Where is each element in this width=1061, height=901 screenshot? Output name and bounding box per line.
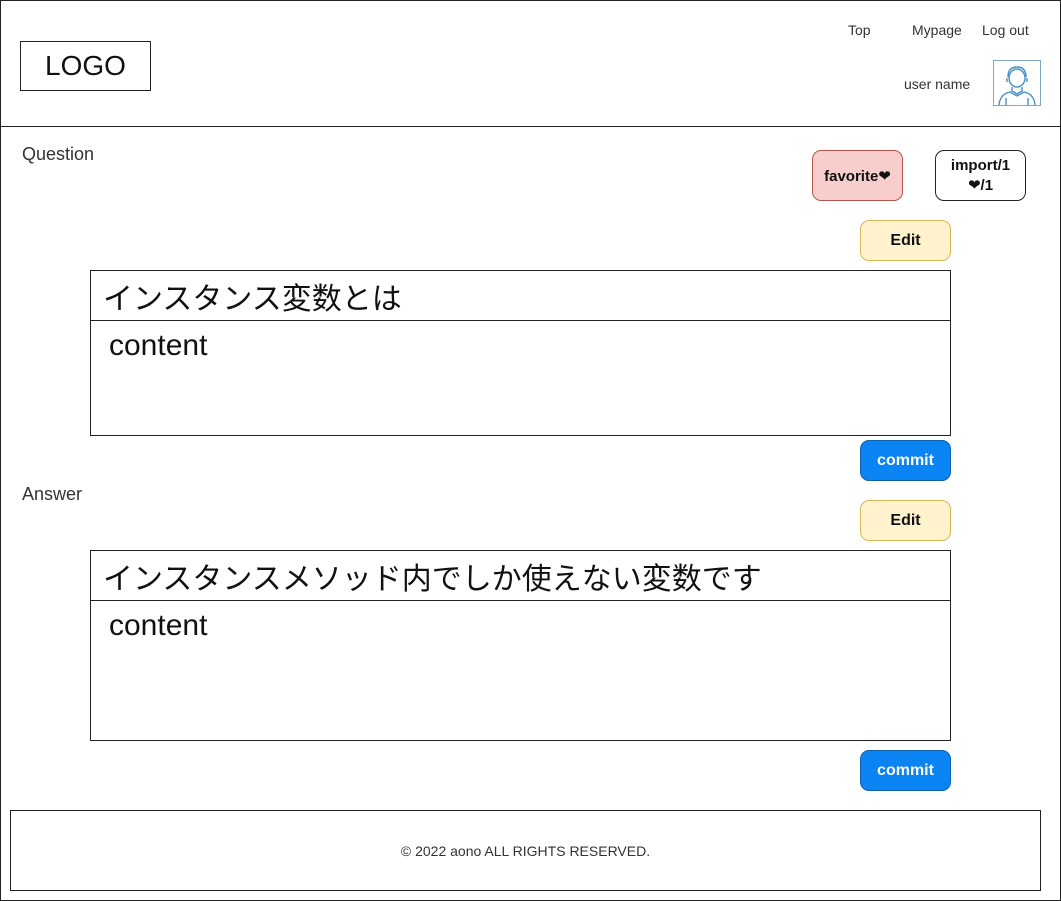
user-avatar-icon xyxy=(998,66,1036,105)
avatar[interactable] xyxy=(993,60,1041,106)
answer-card: インスタンスメソッド内でしか使えない変数です content xyxy=(90,550,951,741)
favorite-count-label: ❤/1 xyxy=(967,176,994,194)
question-content: content xyxy=(109,329,208,362)
question-title: インスタンス変数とは xyxy=(91,271,950,321)
user-name: user name xyxy=(904,76,971,92)
import-button[interactable]: import/1 ❤/1 xyxy=(935,150,1026,201)
nav-top-link[interactable]: Top xyxy=(848,22,871,38)
answer-content: content xyxy=(109,609,208,642)
answer-section-label: Answer xyxy=(22,484,83,504)
footer-copyright: © 2022 aono ALL RIGHTS RESERVED. xyxy=(400,842,651,859)
answer-title: インスタンスメソッド内でしか使えない変数です xyxy=(91,551,950,601)
question-commit-button[interactable]: commit xyxy=(860,440,951,481)
nav-mypage-link[interactable]: Mypage xyxy=(912,22,962,38)
logo[interactable]: LOGO xyxy=(20,41,151,91)
question-edit-button[interactable]: Edit xyxy=(860,220,951,261)
answer-edit-button[interactable]: Edit xyxy=(860,500,951,541)
answer-commit-button[interactable]: commit xyxy=(860,750,951,791)
question-card: インスタンス変数とは content xyxy=(90,270,951,436)
favorite-button[interactable]: favorite❤ xyxy=(812,150,903,201)
question-section-label: Question xyxy=(22,144,95,164)
import-count-label: import/1 xyxy=(950,156,1011,174)
header-divider xyxy=(0,126,1061,127)
footer: © 2022 aono ALL RIGHTS RESERVED. xyxy=(10,810,1041,891)
nav-logout-link[interactable]: Log out xyxy=(982,22,1029,38)
